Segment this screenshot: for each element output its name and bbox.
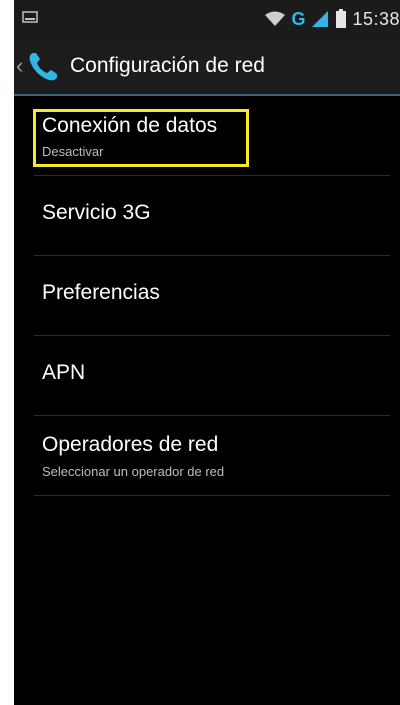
- status-bar: G 15:38: [14, 0, 400, 38]
- settings-item-title: Servicio 3G: [42, 201, 151, 224]
- status-icons: G 15:38: [264, 8, 400, 30]
- status-time: 15:38: [352, 8, 400, 29]
- phone-icon[interactable]: [26, 50, 60, 84]
- signal-icon: [312, 11, 329, 27]
- settings-item-summary: Seleccionar un operador de red: [42, 464, 225, 479]
- settings-item-title: Operadores de red: [42, 433, 219, 456]
- settings-item-data-connection[interactable]: Conexión de datos Desactivar: [14, 96, 400, 176]
- wifi-icon: [265, 11, 286, 26]
- settings-item-preferences[interactable]: Preferencias: [14, 256, 400, 336]
- phone-screen: G 15:38 ‹ Configuración de red Conexión …: [14, 0, 400, 705]
- settings-list: Conexión de datos Desactivar Servicio 3G…: [14, 96, 400, 496]
- settings-item-title: APN: [42, 361, 86, 384]
- notification-icon: [22, 11, 38, 23]
- settings-item-network-operators[interactable]: Operadores de red Seleccionar un operado…: [14, 416, 400, 496]
- settings-item-title: Conexión de datos: [42, 114, 218, 137]
- settings-item-apn[interactable]: APN: [14, 336, 400, 416]
- action-bar: ‹ Configuración de red: [14, 38, 400, 96]
- page-title: Configuración de red: [70, 54, 265, 77]
- settings-item-3g-service[interactable]: Servicio 3G: [14, 176, 400, 256]
- battery-icon: [336, 9, 347, 28]
- divider: [34, 495, 390, 496]
- back-icon[interactable]: ‹: [16, 53, 23, 79]
- settings-item-title: Preferencias: [42, 281, 160, 304]
- settings-item-summary: Desactivar: [42, 144, 104, 159]
- network-type: G: [291, 8, 306, 29]
